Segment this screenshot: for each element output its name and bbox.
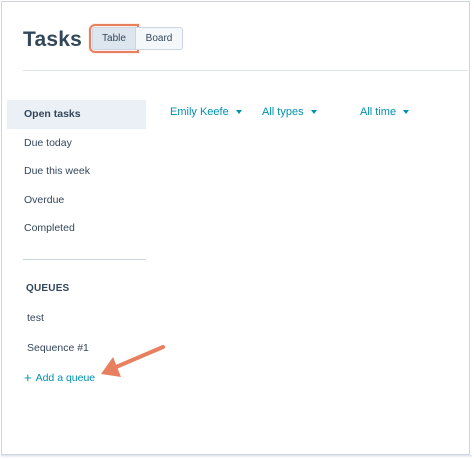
chevron-down-icon [310, 110, 317, 114]
sidebar-item-label: Completed [24, 222, 75, 235]
page-title: Tasks [23, 28, 82, 51]
sidebar-item-label: Overdue [24, 193, 65, 206]
window-shadow [1, 455, 472, 458]
queues-heading: QUEUES [26, 283, 70, 294]
sidebar-item-overdue[interactable]: Overdue [7, 186, 146, 215]
sidebar-item-open-tasks[interactable]: Open tasks [7, 100, 146, 129]
board-view-button[interactable]: Board [136, 27, 183, 50]
owner-filter-label: Emily Keefe [170, 106, 229, 118]
sidebar-item-label: Open tasks [24, 108, 81, 121]
task-views-sidebar: Open tasks Due today Due this week Overd… [7, 100, 146, 243]
sidebar-item-completed[interactable]: Completed [7, 214, 146, 243]
sidebar-item-label: Due this week [24, 165, 90, 178]
time-filter-label: All time [360, 106, 397, 118]
owner-filter-dropdown[interactable]: Emily Keefe [170, 106, 242, 118]
type-filter-label: All types [262, 106, 304, 118]
plus-icon: + [24, 370, 32, 385]
chevron-down-icon [403, 110, 410, 114]
view-toggle: Table Board [89, 24, 183, 53]
sidebar-item-due-this-week[interactable]: Due this week [7, 157, 146, 186]
time-filter-dropdown[interactable]: All time [360, 106, 410, 118]
add-queue-label: Add a queue [35, 371, 96, 384]
sidebar-item-label: Due today [24, 136, 72, 149]
queue-item-test[interactable]: test [27, 312, 44, 324]
add-queue-link[interactable]: + Add a queue [24, 371, 95, 384]
sidebar-item-due-today[interactable]: Due today [7, 129, 146, 158]
header-divider [23, 70, 468, 71]
type-filter-dropdown[interactable]: All types [262, 106, 317, 118]
table-view-button[interactable]: Table [89, 24, 139, 53]
chevron-down-icon [235, 110, 242, 114]
queue-item-sequence-1[interactable]: Sequence #1 [27, 342, 89, 354]
sidebar-divider [23, 259, 146, 260]
